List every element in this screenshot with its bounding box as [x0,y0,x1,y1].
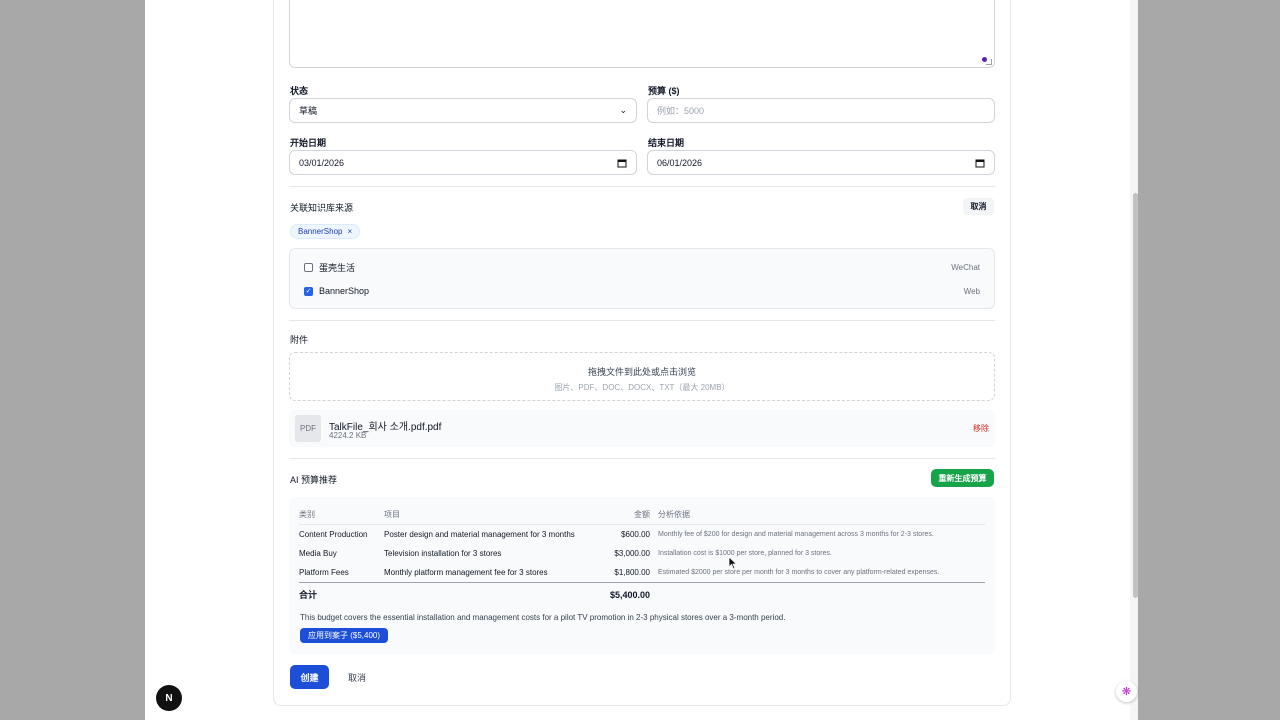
cancel-button[interactable]: 取消 [341,665,373,689]
knowledge-source-list: 蛋壳生活 WeChat ✓ BannerShop Web [289,248,995,309]
cell-amount: $600.00 [621,529,650,539]
end-date-value: 06/01/2026 [657,157,703,168]
table-header-row: 类别 项目 金额 分析依据 [299,505,985,525]
modal-backdrop-right [1138,0,1280,720]
source-type: WeChat [951,262,980,272]
attachments-title: 附件 [290,335,309,345]
pdf-file-icon: PDF [295,415,321,442]
source-name: BannerShop [319,286,370,296]
apply-budget-button[interactable]: 应用到案子 ($5,400) [300,628,389,643]
section-divider [289,186,995,187]
cell-amount: $1,800.00 [614,568,650,577]
end-date-label: 结束日期 [648,138,685,148]
table-total-row: 合计 $5,400.00 [299,582,985,607]
create-button[interactable]: 创建 [290,665,329,689]
cell-item: Monthly platform management fee for 3 st… [384,568,548,577]
source-type: Web [963,286,980,296]
selected-source-tag-label: BannerShop [298,227,343,236]
budget-summary: This budget covers the essential install… [300,613,786,622]
status-select[interactable]: 草稿 ⌄ [289,98,637,123]
start-date-value: 03/01/2026 [299,157,345,168]
header-category: 类别 [299,505,384,525]
knowledge-cancel-button[interactable]: 取消 [963,198,994,215]
total-label: 合计 [299,582,384,607]
section-divider [289,320,995,321]
description-textarea[interactable] [289,0,995,68]
budget-table: 类别 项目 金额 分析依据 Content Production Poster … [299,505,985,607]
section-divider [289,458,995,459]
attached-file-row: PDF TalkFile_회사 소개.pdf.pdf 4224.2 KB 移除 [289,410,995,447]
modal-backdrop-left [0,0,145,720]
file-size: 4224.2 KB [329,431,367,440]
start-date-input[interactable]: 03/01/2026 [289,150,637,175]
header-reason: 分析依据 [658,505,985,525]
cell-category: Content Production [299,529,368,539]
table-row: Media Buy Television installation for 3 … [299,544,985,564]
end-date-input[interactable]: 06/01/2026 [647,150,995,175]
dropzone-instruction: 拖拽文件到此处或点击浏览 [587,367,696,377]
budget-table-container: 类别 项目 金额 分析依据 Content Production Poster … [289,497,995,654]
chevron-down-icon: ⌄ [619,105,627,115]
budget-placeholder: 例如：5000 [657,106,705,116]
selected-source-tag: BannerShop × [290,224,361,239]
header-amount: 金额 [584,505,658,525]
status-value: 草稿 [299,106,318,116]
source-name: 蛋壳生活 [319,262,356,273]
remove-file-button[interactable]: 移除 [973,423,989,434]
source-row-danke[interactable]: 蛋壳生活 WeChat [304,260,980,274]
status-label: 状态 [290,86,309,96]
scrollbar-thumb[interactable] [1133,193,1138,598]
total-value: $5,400.00 [584,582,658,607]
mouse-cursor-icon [728,556,738,570]
cell-category: Platform Fees [299,568,349,577]
budget-label: 预算 ($) [648,86,680,96]
cell-item: Poster design and material management fo… [384,529,575,539]
tag-remove-icon[interactable]: × [347,227,352,236]
cell-reason: Installation cost is $1000 per store, pl… [658,549,832,557]
checkbox-unchecked[interactable] [304,262,313,272]
cell-amount: $3,000.00 [614,548,650,558]
ai-budget-title: AI 预算推荐 [290,475,338,485]
table-row: Platform Fees Monthly platform managemen… [299,563,985,583]
cell-reason: Estimated $2000 per store per month for … [658,569,940,576]
start-date-label: 开始日期 [290,138,327,148]
regenerate-budget-button[interactable]: 重新生成预算 [931,469,994,487]
calendar-icon[interactable] [617,158,627,168]
cell-reason: Monthly fee of $200 for design and mater… [658,530,934,538]
source-row-bannershop[interactable]: ✓ BannerShop Web [304,284,980,298]
dropzone-hint: 图片、PDF、DOC、DOCX、TXT（最大 20MB） [554,383,730,392]
header-item: 项目 [384,505,584,525]
budget-input[interactable]: 例如：5000 [647,98,995,123]
nextjs-dev-badge[interactable]: N [156,685,182,711]
cell-item: Television installation for 3 stores [384,548,502,558]
knowledge-section-title: 关联知识库来源 [290,203,354,213]
calendar-icon[interactable] [975,158,985,168]
table-row: Content Production Poster design and mat… [299,524,985,544]
resize-grip-icon[interactable] [986,59,992,65]
checkbox-checked-icon[interactable]: ✓ [304,286,313,296]
brain-icon[interactable]: ❋ [1116,681,1137,702]
file-dropzone[interactable]: 拖拽文件到此处或点击浏览 图片、PDF、DOC、DOCX、TXT（最大 20MB… [289,352,995,401]
cell-category: Media Buy [299,548,337,558]
